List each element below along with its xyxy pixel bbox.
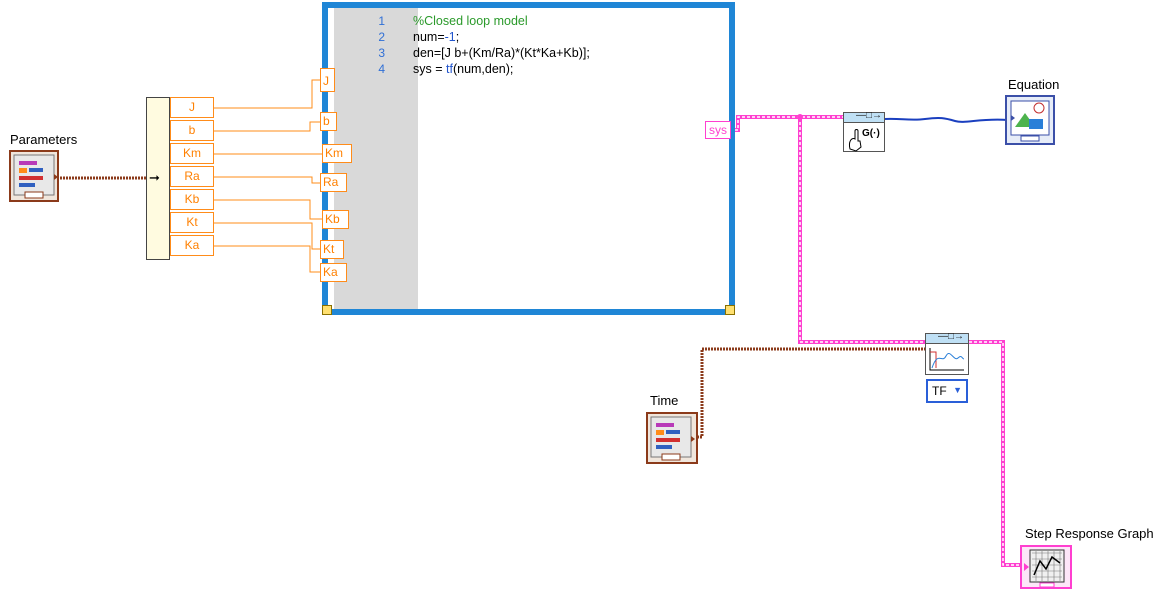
code-function-token: tf bbox=[446, 62, 453, 76]
vi-header-bar: —□→ bbox=[926, 331, 968, 344]
cluster-icon bbox=[13, 154, 58, 199]
equation-label: Equation bbox=[1008, 77, 1060, 92]
unbundle-by-name-node[interactable]: ➞ bbox=[146, 97, 170, 260]
code-line-3: den=[J b+(Km/Ra)*(Kt*Ka+Kb)]; bbox=[413, 46, 590, 60]
time-control[interactable] bbox=[646, 412, 698, 464]
equation-wire bbox=[884, 116, 1009, 123]
line-number: 1 bbox=[378, 14, 385, 28]
time-label: Time bbox=[650, 393, 679, 408]
unbundle-field-kt[interactable]: Kt bbox=[170, 212, 214, 233]
unbundle-field-ka[interactable]: Ka bbox=[170, 235, 214, 256]
mathscript-corner-br bbox=[725, 305, 735, 315]
line-number: 4 bbox=[378, 62, 385, 76]
equation-indicator[interactable] bbox=[1005, 95, 1055, 145]
hand-gs-icon: G(·) bbox=[849, 128, 880, 152]
draw-transfer-function-vi[interactable]: —□→ G(·) bbox=[843, 110, 885, 152]
tf-selector-label: TF bbox=[932, 384, 947, 398]
parameters-control[interactable] bbox=[9, 150, 59, 202]
code-token: sys = bbox=[413, 62, 446, 76]
tf-selector[interactable]: TF ▼ bbox=[926, 379, 968, 403]
code-line-4: sys = tf(num,den); bbox=[413, 62, 513, 76]
step-response-graph-label: Step Response Graph bbox=[1025, 526, 1154, 541]
unbundle-field-ra[interactable]: Ra bbox=[170, 166, 214, 187]
cluster-icon bbox=[650, 416, 695, 461]
code-line-1: %Closed loop model bbox=[413, 14, 528, 28]
step-response-graph-indicator[interactable] bbox=[1020, 545, 1072, 589]
line-number: 2 bbox=[378, 30, 385, 44]
connector-icon: —□→ bbox=[856, 110, 883, 121]
code-number-token: -1 bbox=[444, 30, 456, 44]
mathscript-input-kb[interactable]: Kb bbox=[322, 210, 349, 229]
mathscript-input-ka[interactable]: Ka bbox=[320, 263, 347, 282]
code-token: num= bbox=[413, 30, 445, 44]
step-response-icon bbox=[929, 348, 965, 371]
numeric-wires bbox=[214, 79, 322, 273]
unbundle-field-km[interactable]: Km bbox=[170, 143, 214, 164]
code-token: (num,den); bbox=[452, 62, 514, 76]
graph-icon bbox=[1024, 549, 1065, 588]
mathscript-output-sys[interactable]: sys bbox=[705, 121, 731, 139]
unbundle-field-kb[interactable]: Kb bbox=[170, 189, 214, 210]
dropdown-arrow-icon: ▼ bbox=[953, 385, 962, 395]
time-cluster-wire bbox=[697, 347, 925, 439]
mathscript-input-km[interactable]: Km bbox=[322, 144, 352, 163]
connector-icon: —□→ bbox=[938, 331, 965, 342]
vi-header-bar: —□→ bbox=[844, 110, 884, 123]
arrow-right-icon: ➞ bbox=[149, 170, 160, 185]
mathscript-input-kt[interactable]: Kt bbox=[320, 240, 344, 259]
sys-wire bbox=[730, 114, 1020, 567]
code-token: ; bbox=[455, 30, 460, 44]
mathscript-corner-bl bbox=[322, 305, 332, 315]
unbundle-field-j[interactable]: J bbox=[170, 97, 214, 118]
line-number: 3 bbox=[378, 46, 385, 60]
mathscript-code[interactable]: %Closed loop model num=-1; den=[J b+(Km/… bbox=[413, 13, 723, 83]
code-line-2: num=-1; bbox=[413, 30, 459, 44]
step-response-vi[interactable]: —□→ bbox=[925, 331, 969, 375]
parameters-label: Parameters bbox=[10, 132, 78, 147]
mathscript-input-b[interactable]: b bbox=[320, 112, 337, 131]
svg-text:G(·): G(·) bbox=[862, 128, 880, 139]
unbundle-field-b[interactable]: b bbox=[170, 120, 214, 141]
mathscript-input-j[interactable]: J bbox=[320, 68, 335, 92]
picture-icon bbox=[1010, 100, 1050, 142]
mathscript-input-ra[interactable]: Ra bbox=[320, 173, 347, 192]
